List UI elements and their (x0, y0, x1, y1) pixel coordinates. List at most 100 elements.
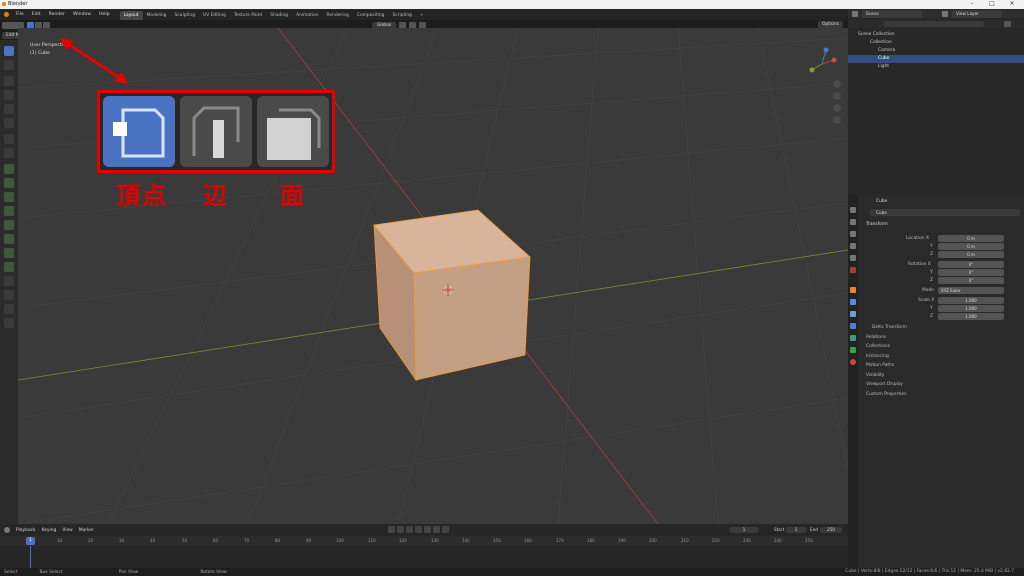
playhead[interactable]: 1 (26, 537, 35, 545)
record-icon[interactable] (388, 526, 395, 533)
rotation-z-field[interactable]: 0° (938, 277, 1004, 284)
select-tool-icon[interactable] (4, 46, 14, 56)
section-viewport-display[interactable]: Viewport Display (866, 382, 903, 387)
tab-layout[interactable]: Layout (119, 10, 143, 20)
view-layer-field[interactable]: View Layer (952, 10, 1002, 18)
rotation-y-field[interactable]: 0° (938, 269, 1004, 276)
annotate-tool-icon[interactable] (4, 134, 14, 144)
tab-shading[interactable]: Shading (266, 11, 292, 20)
tab-uv-editing[interactable]: UV Editing (199, 11, 230, 20)
menu-playback[interactable]: Playback (16, 528, 36, 533)
jump-start-icon[interactable] (397, 526, 404, 533)
close-icon[interactable]: ✕ (1002, 0, 1022, 7)
scale-tool-icon[interactable] (4, 104, 14, 114)
menu-file[interactable]: File (12, 9, 28, 20)
tab-modeling[interactable]: Modeling (143, 11, 171, 20)
delta-transform-header[interactable]: Delta Transform (872, 325, 907, 330)
menu-render[interactable]: Render (45, 9, 69, 20)
play-icon[interactable] (424, 526, 431, 533)
world-tab-icon[interactable] (850, 267, 856, 273)
object-tab-icon[interactable] (850, 287, 856, 293)
location-x-field[interactable]: 0 m (938, 235, 1004, 242)
menu-keying[interactable]: Keying (42, 528, 57, 533)
tab-animation[interactable]: Animation (292, 11, 322, 20)
play-reverse-icon[interactable] (415, 526, 422, 533)
zoom-icon[interactable] (833, 80, 841, 88)
face-select-mode-button[interactable] (257, 96, 329, 167)
outliner-row-light[interactable]: Light (848, 63, 1024, 71)
section-custom-properties[interactable]: Custom Properties (866, 392, 906, 397)
section-collections[interactable]: Collections (866, 344, 890, 349)
navigation-gizmo[interactable] (802, 46, 842, 82)
measure-tool-icon[interactable] (4, 148, 14, 158)
shear-tool-icon[interactable] (4, 318, 14, 328)
location-y-field[interactable]: 0 m (938, 243, 1004, 250)
shrink-fatten-tool-icon[interactable] (4, 304, 14, 314)
move-tool-icon[interactable] (4, 76, 14, 86)
spin-tool-icon[interactable] (4, 262, 14, 272)
scene-name-field[interactable]: Scene (862, 10, 922, 18)
extrude-tool-icon[interactable] (4, 178, 14, 188)
camera-view-icon[interactable] (833, 104, 841, 112)
start-frame-field[interactable]: 1 (786, 527, 806, 533)
rotation-mode-select[interactable]: XYZ Euler (938, 287, 1004, 294)
filter-icon[interactable] (1004, 21, 1011, 27)
section-motion-paths[interactable]: Motion Paths (866, 363, 894, 368)
particles-tab-icon[interactable] (850, 311, 856, 317)
physics-tab-icon[interactable] (850, 323, 856, 329)
tab-texture-paint[interactable]: Texture Paint (230, 11, 266, 20)
scale-z-field[interactable]: 1.000 (938, 313, 1004, 320)
knife-tool-icon[interactable] (4, 234, 14, 244)
transform-tool-icon[interactable] (4, 118, 14, 128)
tool-tab-icon[interactable] (850, 207, 856, 213)
outliner-row-cube[interactable]: Cube (848, 55, 1024, 63)
edge-slide-tool-icon[interactable] (4, 290, 14, 300)
options-button[interactable]: Options (818, 21, 843, 28)
jump-end-icon[interactable] (442, 526, 449, 533)
edge-select-mode-button[interactable] (180, 96, 252, 167)
section-instancing[interactable]: Instancing (866, 354, 889, 359)
constraints-tab-icon[interactable] (850, 335, 856, 341)
add-workspace-button[interactable]: + (416, 11, 428, 20)
poly-build-tool-icon[interactable] (4, 248, 14, 258)
cube-mesh[interactable] (373, 209, 531, 382)
data-tab-icon[interactable] (850, 347, 856, 353)
menu-window[interactable]: Window (69, 9, 95, 20)
section-relations[interactable]: Relations (866, 335, 886, 340)
object-name-field[interactable]: Cube (870, 209, 1020, 216)
transform-section-header[interactable]: Transform (866, 222, 888, 227)
menu-marker[interactable]: Marker (79, 528, 94, 533)
tab-sculpting[interactable]: Sculpting (170, 11, 199, 20)
minimize-icon[interactable]: – (962, 0, 982, 7)
menu-help[interactable]: Help (95, 9, 113, 20)
next-keyframe-icon[interactable] (433, 526, 440, 533)
end-frame-field[interactable]: 250 (820, 527, 842, 533)
modifier-tab-icon[interactable] (850, 299, 856, 305)
material-tab-icon[interactable] (850, 359, 856, 365)
outliner-row-camera[interactable]: Camera (848, 47, 1024, 55)
scale-x-field[interactable]: 1.000 (938, 297, 1004, 304)
perspective-toggle-icon[interactable] (833, 116, 841, 124)
view-layer-tab-icon[interactable] (850, 243, 856, 249)
loop-cut-tool-icon[interactable] (4, 220, 14, 230)
render-tab-icon[interactable] (850, 219, 856, 225)
scale-y-field[interactable]: 1.000 (938, 305, 1004, 312)
blender-menu-icon[interactable] (0, 9, 12, 20)
tab-compositing[interactable]: Compositing (353, 11, 389, 20)
cursor-tool-icon[interactable] (4, 60, 14, 70)
outliner-search-input[interactable] (884, 21, 984, 27)
timeline-editor-icon[interactable] (4, 527, 10, 533)
inset-tool-icon[interactable] (4, 192, 14, 202)
bevel-tool-icon[interactable] (4, 206, 14, 216)
vertex-select-mode-button[interactable] (103, 96, 175, 167)
menu-timeline-view[interactable]: View (62, 528, 72, 533)
tab-rendering[interactable]: Rendering (322, 11, 352, 20)
hand-pan-icon[interactable] (833, 92, 841, 100)
outliner-row-scene-collection[interactable]: Scene Collection (848, 31, 1024, 39)
current-frame-field[interactable]: 1 (730, 527, 758, 533)
rotation-x-field[interactable]: 0° (938, 261, 1004, 268)
smooth-tool-icon[interactable] (4, 276, 14, 286)
menu-edit[interactable]: Edit (28, 9, 45, 20)
rotate-tool-icon[interactable] (4, 90, 14, 100)
section-visibility[interactable]: Visibility (866, 373, 884, 378)
